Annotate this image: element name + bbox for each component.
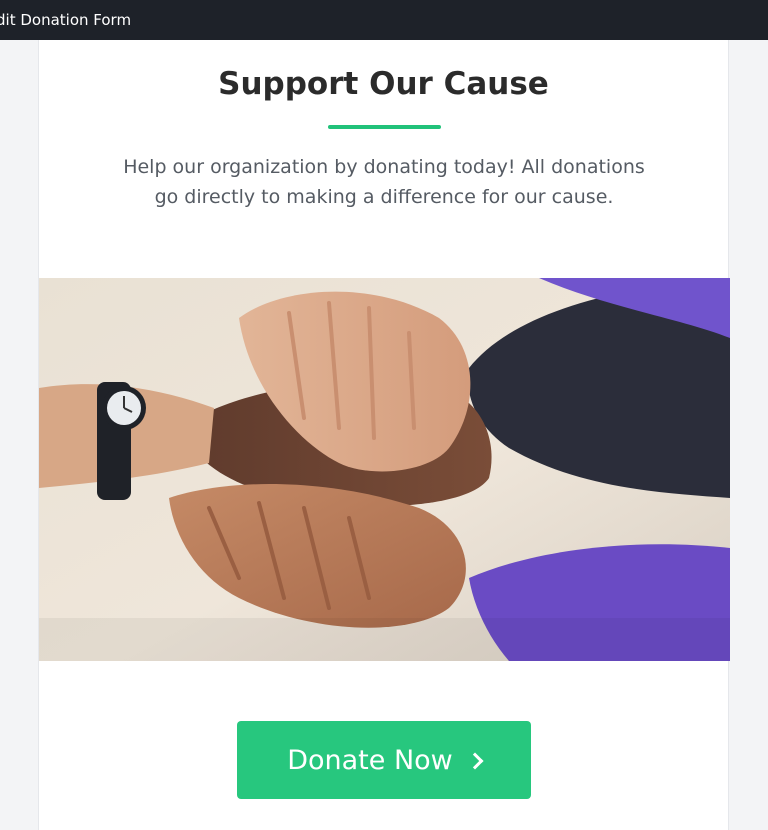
campaign-description: Help our organization by donating today!…	[123, 156, 645, 208]
donate-button-label: Donate Now	[287, 744, 453, 776]
page-title: Support Our Cause	[218, 66, 549, 102]
hero-image	[39, 278, 730, 661]
donation-card: Support Our Cause Help our organization …	[38, 40, 730, 830]
chevron-right-icon	[466, 752, 484, 770]
window-title: dit Donation Form	[0, 11, 132, 29]
donate-now-button[interactable]: Donate Now	[237, 721, 531, 799]
window-titlebar: dit Donation Form	[0, 0, 768, 40]
title-divider	[328, 125, 441, 129]
